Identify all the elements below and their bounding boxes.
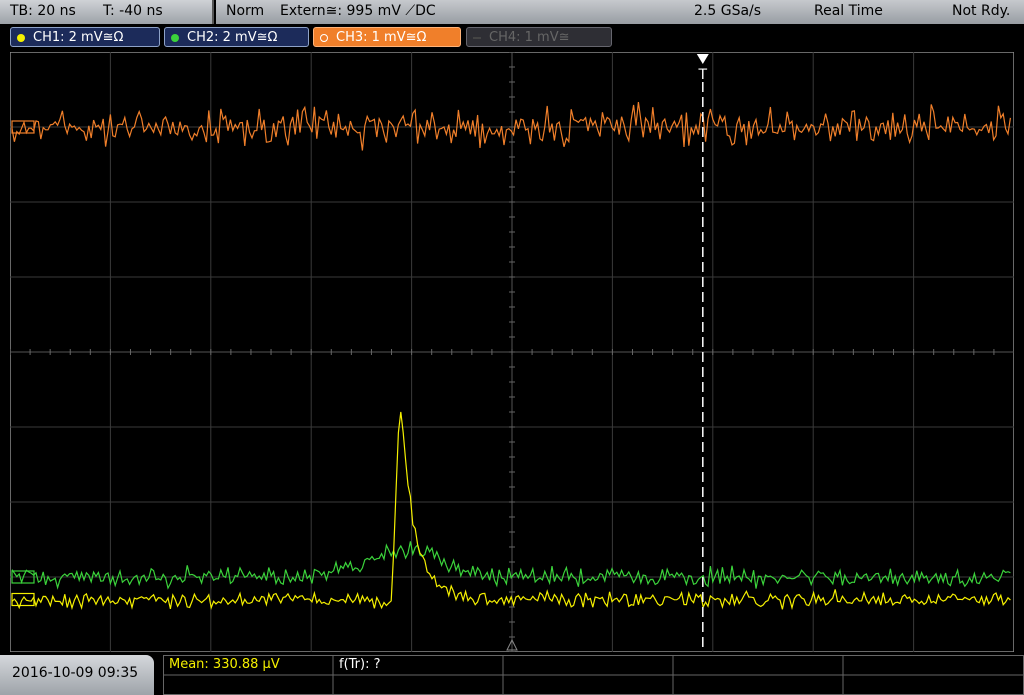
channel-row: CH1: 2 mV≅Ω CH2: 2 mV≅Ω CH3: 1 mV≅Ω CH4:… <box>0 26 1024 48</box>
timebase-panel[interactable]: TB: 20 ns T: -40 ns <box>0 0 214 24</box>
channel-3-button[interactable]: CH3: 1 mV≅Ω <box>313 27 461 47</box>
channel-2-button[interactable]: CH2: 2 mV≅Ω <box>164 27 309 47</box>
channel-4-button[interactable]: CH4: 1 mV≅ <box>466 27 612 47</box>
acquisition-mode: Real Time <box>814 3 883 19</box>
channel-1-label: CH1: 2 mV≅Ω <box>33 30 124 45</box>
datetime-readout: 2016-10-09 09:35 <box>12 665 139 681</box>
run-status: Not Rdy. <box>952 3 1011 19</box>
channel-3-label: CH3: 1 mV≅Ω <box>336 30 427 45</box>
top-status-bar: TB: 20 ns T: -40 ns Norm Extern≅: 995 mV… <box>0 0 1024 24</box>
bottom-bar: 2016-10-09 09:35 Mean: 330.88 µV f(Tr): … <box>0 655 1024 695</box>
trigger-mode: Norm <box>226 3 265 19</box>
channel-4-indicator-icon <box>473 37 481 39</box>
trigger-source: Extern≅: 995 mV ⟋DC <box>280 3 436 19</box>
channel-1-button[interactable]: CH1: 2 mV≅Ω <box>10 27 160 47</box>
mean-measurement: Mean: 330.88 µV <box>169 657 280 672</box>
rise-frequency-measurement: f(Tr): ? <box>339 657 381 672</box>
channel-4-label: CH4: 1 mV≅ <box>489 30 570 45</box>
datetime-panel: 2016-10-09 09:35 <box>0 655 154 695</box>
waveform-display[interactable]: T <box>10 52 1014 652</box>
channel-2-indicator-icon <box>171 34 179 42</box>
measurement-panel[interactable]: Mean: 330.88 µV f(Tr): ? <box>163 655 1024 695</box>
acquisition-panel[interactable]: Norm Extern≅: 995 mV ⟋DC 2.5 GSa/s Real … <box>216 0 1024 24</box>
sample-rate: 2.5 GSa/s <box>694 3 762 19</box>
channel-1-indicator-icon <box>17 34 25 42</box>
channel-3-indicator-icon <box>320 34 328 42</box>
channel-2-label: CH2: 2 mV≅Ω <box>187 30 278 45</box>
trigger-marker-label: T <box>698 67 708 83</box>
trigger-time-readout: T: -40 ns <box>103 3 163 19</box>
timebase-readout: TB: 20 ns <box>10 3 76 19</box>
measurement-grid <box>163 655 1024 695</box>
